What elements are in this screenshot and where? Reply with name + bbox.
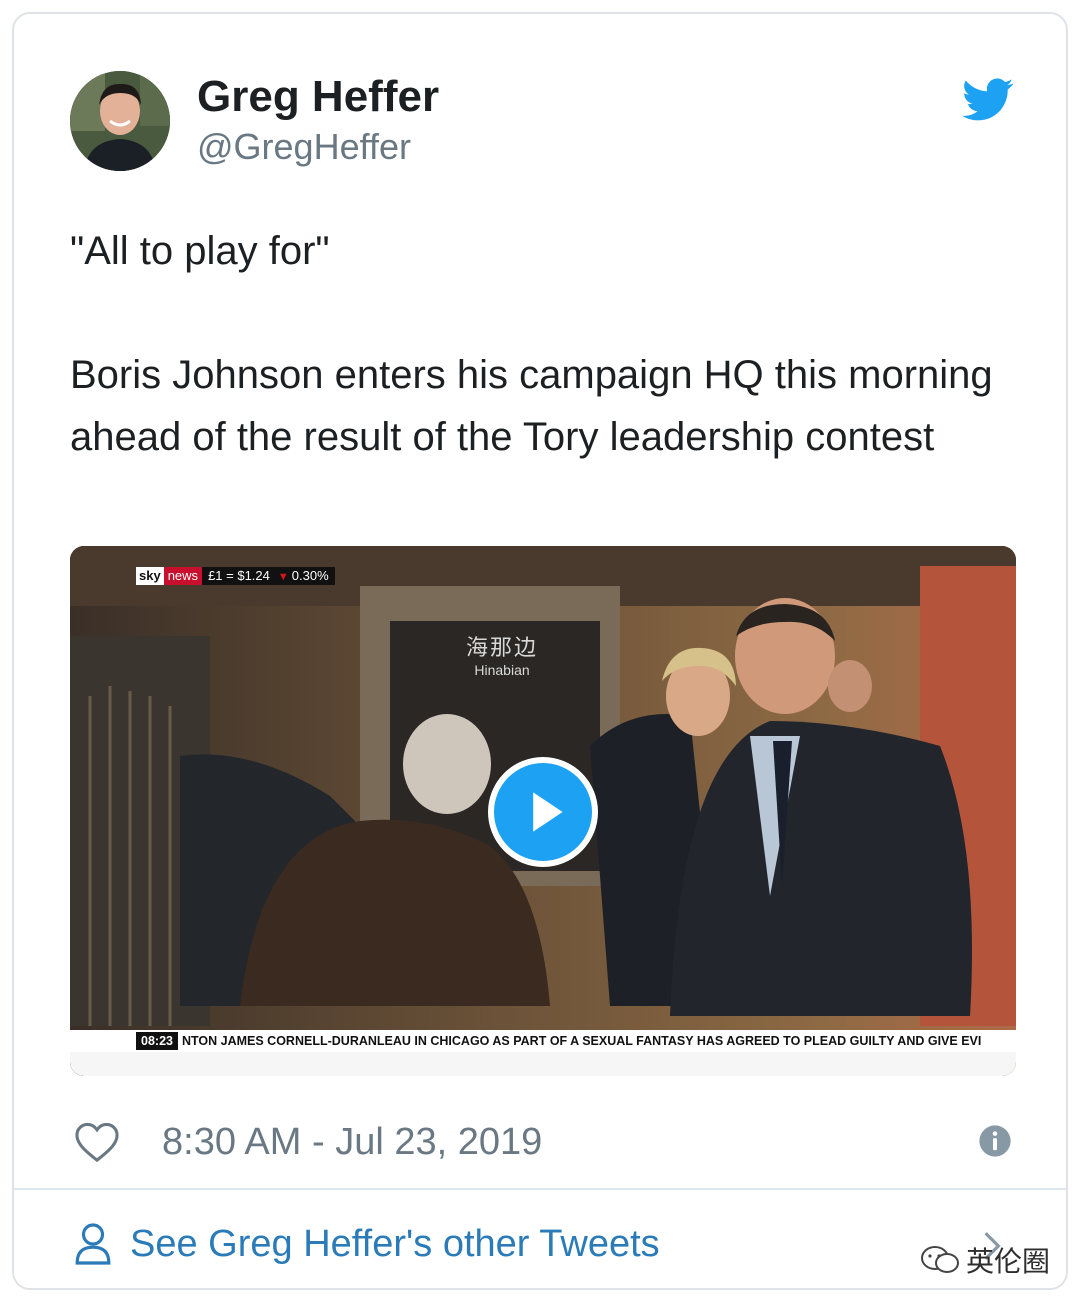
play-button[interactable]: [488, 757, 598, 867]
author-handle[interactable]: @GregHeffer: [197, 126, 411, 168]
down-arrow-icon: ▼: [277, 571, 289, 583]
wechat-watermark: 英伦圈: [918, 1240, 1050, 1280]
crawl-strip: [70, 1052, 1016, 1076]
tweet-card: Greg Heffer @GregHeffer "All to play for…: [12, 12, 1068, 1290]
channel-news-label: news: [163, 567, 203, 585]
tweet-text: "All to play for" Boris Johnson enters h…: [70, 220, 1010, 468]
author-name[interactable]: Greg Heffer: [197, 72, 439, 122]
watermark-cn: 海那边: [466, 636, 539, 661]
tweet-quote: "All to play for": [70, 229, 330, 273]
info-icon[interactable]: [978, 1124, 1012, 1158]
tweet-timestamp[interactable]: 8:30 AM - Jul 23, 2019: [162, 1121, 542, 1164]
broadcast-clock: 08:23: [136, 1032, 178, 1050]
person-icon: [75, 1223, 111, 1265]
tweet-meta: 8:30 AM - Jul 23, 2019: [70, 1112, 1020, 1172]
channel-sky-label: sky: [136, 567, 164, 585]
avatar[interactable]: [70, 71, 170, 171]
twitter-bird-icon[interactable]: [962, 78, 1014, 122]
watermark: 海那边 Hinabian: [466, 630, 538, 678]
fx-rate: £1 = $1.24: [202, 567, 276, 585]
wechat-label: 英伦圈: [966, 1245, 1051, 1278]
wechat-icon: [921, 1246, 959, 1273]
see-more-link[interactable]: See Greg Heffer's other Tweets: [74, 1216, 660, 1272]
watermark-en: Hinabian: [474, 662, 530, 678]
tweet-body: Boris Johnson enters his campaign HQ thi…: [70, 353, 993, 459]
see-more-label[interactable]: See Greg Heffer's other Tweets: [130, 1223, 660, 1266]
video-player[interactable]: sky news £1 = $1.24 ▼ 0.30% 海那边 Hinabian …: [70, 546, 1016, 1076]
heart-icon[interactable]: [74, 1121, 120, 1163]
news-ticker: sky news £1 = $1.24 ▼ 0.30%: [136, 567, 335, 585]
divider: [14, 1188, 1066, 1190]
fx-change: ▼ 0.30%: [275, 567, 335, 585]
play-icon: [533, 792, 563, 832]
fx-change-value: 0.30%: [291, 568, 329, 583]
crawl-text: NTON JAMES CORNELL-DURANLEAU IN CHICAGO …: [181, 1034, 982, 1048]
news-crawl: 08:23 NTON JAMES CORNELL-DURANLEAU IN CH…: [70, 1030, 1016, 1052]
